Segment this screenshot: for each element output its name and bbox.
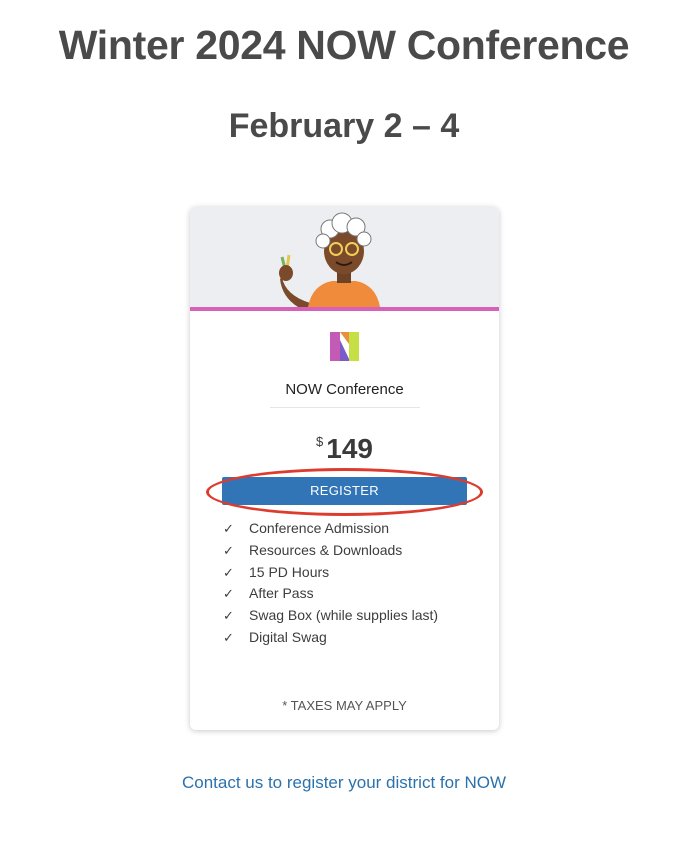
now-logo-icon	[330, 332, 359, 361]
feature-list: ✓ Conference Admission ✓ Resources & Downl…	[223, 520, 438, 651]
check-icon: ✓	[223, 564, 234, 580]
list-item: ✓ Resources & Downloads	[223, 542, 438, 564]
page-title: Winter 2024 NOW Conference	[58, 22, 630, 68]
price-currency: $	[316, 434, 324, 449]
check-icon: ✓	[223, 521, 234, 536]
feature-label: Digital Swag	[249, 628, 327, 645]
list-item: ✓ 15 PD Hours	[223, 564, 438, 586]
hair-5	[356, 231, 372, 247]
product-name: NOW Conference	[285, 381, 404, 398]
feature-label: 15 PD Hours	[249, 563, 330, 580]
price: $149	[190, 433, 499, 465]
divider	[270, 407, 420, 408]
event-dates: February 2 – 4	[228, 107, 460, 145]
list-item: ✓ Conference Admission	[223, 520, 438, 542]
hair-4	[315, 233, 331, 249]
register-button[interactable]: REGISTER	[222, 477, 467, 505]
list-item: ✓ Digital Swag	[223, 629, 438, 651]
feature-label: Swag Box (while supplies last)	[249, 607, 439, 624]
hero-accent-line	[190, 307, 499, 311]
list-item: ✓ After Pass	[223, 585, 438, 607]
pricing-card: NOW Conference $149 REGISTER ✓ Conference…	[190, 207, 499, 730]
price-amount: 149	[326, 433, 373, 464]
check-icon: ✓	[223, 608, 234, 624]
list-item: ✓ Swag Box (while supplies last)	[223, 607, 438, 629]
check-icon: ✓	[223, 542, 234, 558]
check-icon: ✓	[223, 629, 234, 645]
feature-label: Resources & Downloads	[249, 541, 403, 558]
page: Winter 2024 NOW Conference February 2 – …	[0, 0, 688, 847]
feature-label: After Pass	[249, 585, 314, 602]
orange-top	[308, 281, 380, 307]
card-hero	[190, 207, 499, 307]
feature-label: Conference Admission	[249, 520, 390, 536]
check-icon: ✓	[223, 586, 234, 602]
person-waving-illustration	[279, 212, 380, 307]
contact-link[interactable]: Contact us to register your district for…	[0, 773, 688, 793]
tax-note: * TAXES MAY APPLY	[282, 698, 407, 713]
